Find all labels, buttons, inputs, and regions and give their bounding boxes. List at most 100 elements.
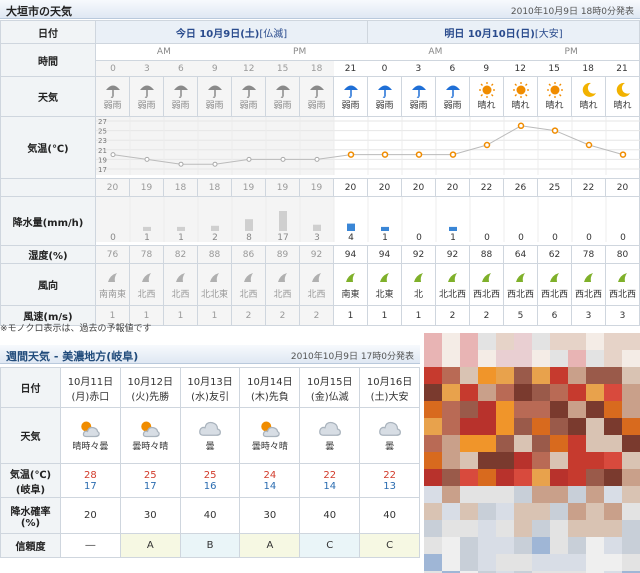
photo-tile bbox=[442, 367, 460, 384]
photo-tile bbox=[478, 486, 496, 503]
rain-value: 0 bbox=[620, 233, 626, 242]
photo-tile bbox=[568, 452, 586, 469]
photo-tile bbox=[568, 520, 586, 537]
photo-tile bbox=[586, 401, 604, 418]
temp-value: 19 bbox=[265, 178, 300, 197]
low-temp: 17 bbox=[143, 480, 157, 492]
weekly-forecast-panel: 週間天気 - 美濃地方(岐阜) 2010年10月9日 17時0分発表 日付 10月… bbox=[0, 345, 420, 558]
weather-text: 弱雨 bbox=[409, 101, 428, 111]
weather-cell: 弱雨 bbox=[299, 76, 334, 117]
photo-tile bbox=[550, 469, 568, 486]
photo-tile bbox=[532, 486, 550, 503]
weekly-weather-cell: 晴時々曇 bbox=[60, 407, 121, 464]
photo-tile bbox=[424, 452, 442, 469]
photo-tile bbox=[442, 520, 460, 537]
photo-tile bbox=[622, 350, 640, 367]
weekly-dow: (水)友引 bbox=[191, 391, 229, 403]
wind-speed-value: 1 bbox=[367, 305, 402, 326]
photo-tile bbox=[514, 486, 532, 503]
weekly-temp-cell: 22 14 bbox=[299, 463, 361, 498]
wind-dir-cell: 北西 bbox=[231, 263, 266, 306]
humidity-value: 94 bbox=[333, 245, 368, 264]
weekly-date: 10月16日 bbox=[366, 376, 413, 388]
photo-tile bbox=[532, 554, 550, 571]
photo-tile bbox=[514, 452, 532, 469]
weather-text: 晴れ bbox=[511, 101, 530, 111]
hourly-forecast-table: 日付 今日 10月9日(土)[仏滅] 明日 10月10日(日)[大安] 時間 A… bbox=[0, 20, 640, 326]
row-label-weather: 天気 bbox=[0, 407, 61, 464]
photo-tile bbox=[496, 537, 514, 554]
humidity-value: 62 bbox=[537, 245, 572, 264]
temp-value: 22 bbox=[469, 178, 504, 197]
rokuyo-label: [仏滅] bbox=[259, 28, 288, 40]
weekly-rain-cell: 40 bbox=[299, 497, 361, 534]
weekly-date-cell: 10月16日 (土)大安 bbox=[359, 367, 420, 408]
rain-value: 0 bbox=[416, 233, 422, 242]
photo-tile bbox=[478, 418, 496, 435]
hour-cell: 3 bbox=[401, 60, 436, 76]
photo-tile bbox=[424, 554, 442, 571]
photo-tile bbox=[460, 469, 478, 486]
weekly-date: 10月11日 bbox=[67, 376, 114, 388]
photo-tile bbox=[514, 350, 532, 367]
wind-arrow-icon bbox=[277, 273, 287, 282]
photo-tile bbox=[496, 452, 514, 469]
photo-tile bbox=[568, 367, 586, 384]
weekly-dow: (月)赤口 bbox=[71, 391, 110, 403]
photo-tile bbox=[550, 452, 568, 469]
photo-tile bbox=[586, 520, 604, 537]
photo-tile bbox=[622, 384, 640, 401]
umbrella-icon bbox=[275, 85, 290, 98]
photo-tile bbox=[460, 350, 478, 367]
ampm-label: AM bbox=[156, 47, 171, 57]
photo-tile bbox=[478, 452, 496, 469]
rain-bar bbox=[211, 225, 219, 231]
photo-tile bbox=[568, 418, 586, 435]
weather-text: 晴れ bbox=[579, 101, 598, 111]
photo-tile bbox=[550, 367, 568, 384]
photo-tile bbox=[550, 520, 568, 537]
sun-cloud-icon bbox=[81, 421, 101, 438]
rain-value: 17 bbox=[277, 233, 288, 242]
weather-text: 弱雨 bbox=[205, 101, 224, 111]
low-temp: 13 bbox=[383, 480, 396, 492]
rain-value: 1 bbox=[178, 233, 184, 242]
photo-tile bbox=[496, 503, 514, 520]
wind-arrow-icon bbox=[345, 273, 355, 282]
low-temp: 14 bbox=[263, 480, 277, 492]
photo-tile bbox=[496, 486, 514, 503]
wind-dir-text: 西北西 bbox=[574, 290, 602, 300]
wind-speed-value: 3 bbox=[571, 305, 606, 326]
photo-tile bbox=[604, 350, 622, 367]
wind-dir-text: 北北東 bbox=[200, 290, 228, 300]
time-grid: AM PM AM PM 0 3 6 9 12 15 18 21 0 3 6 9 12 15 18 21 bbox=[95, 43, 640, 77]
photo-tile bbox=[568, 537, 586, 554]
high-temp: 24 bbox=[263, 469, 277, 481]
photo-tile bbox=[604, 537, 622, 554]
umbrella-icon bbox=[445, 85, 460, 98]
time-subtable: AM PM AM PM 0 3 6 9 12 15 18 21 0 3 6 9 12 15 18 21 bbox=[96, 44, 639, 76]
high-temp: 28 bbox=[84, 469, 97, 481]
wind-arrow-icon bbox=[549, 273, 559, 282]
photo-tile bbox=[478, 401, 496, 418]
wind-arrow-icon bbox=[209, 273, 219, 282]
photo-tile bbox=[568, 333, 586, 350]
photo-tile bbox=[622, 520, 640, 537]
photo-tile bbox=[568, 384, 586, 401]
day-label: 今日 10月9日(土) bbox=[175, 28, 260, 40]
hour-cell: 21 bbox=[605, 60, 639, 76]
photo-tile bbox=[604, 384, 622, 401]
rain-value: 0 bbox=[552, 233, 558, 242]
rain-value: 8 bbox=[246, 233, 252, 242]
photo-tile bbox=[586, 469, 604, 486]
day-header-today: 今日 10月9日(土)[仏滅] bbox=[95, 20, 368, 44]
wind-dir-cell: 南東 bbox=[333, 263, 368, 306]
weather-text: 弱雨 bbox=[341, 101, 360, 111]
sun-icon bbox=[546, 82, 563, 98]
weekly-temp-cell: 25 17 bbox=[119, 463, 181, 498]
rain-chart-svg: 0 1 1 2 8 17 3 4 1 0 1 0 0 0 0 0 bbox=[96, 197, 626, 243]
photo-tile bbox=[514, 418, 532, 435]
wind-speed-value: 5 bbox=[503, 305, 538, 326]
photo-tile bbox=[550, 350, 568, 367]
photo-tile bbox=[496, 520, 514, 537]
